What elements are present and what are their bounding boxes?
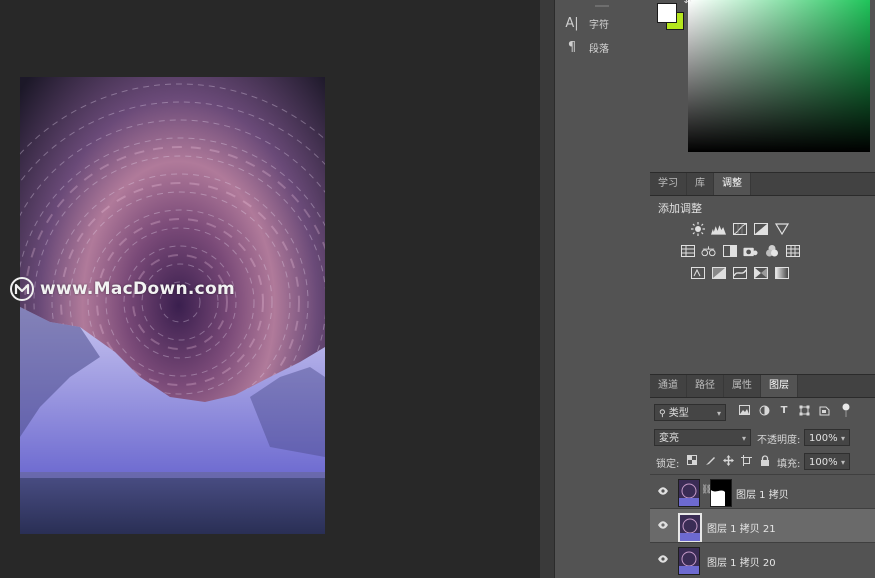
- lock-label: 锁定:: [656, 459, 680, 470]
- filter-shape-icon[interactable]: [798, 404, 810, 416]
- color-lookup-icon[interactable]: [785, 244, 800, 257]
- lock-transparency-icon[interactable]: [686, 454, 698, 466]
- brightness-contrast-icon[interactable]: [690, 221, 705, 236]
- hue-saturation-icon[interactable]: [680, 244, 695, 257]
- adjustment-row-1: [690, 221, 789, 236]
- threshold-icon[interactable]: [732, 266, 747, 279]
- lock-artboard-icon[interactable]: [740, 454, 752, 466]
- visibility-eye-icon[interactable]: [658, 555, 668, 563]
- layer-row[interactable]: 图层 1 拷贝 20: [650, 542, 875, 577]
- channel-mixer-icon[interactable]: [764, 244, 779, 257]
- levels-icon[interactable]: [711, 222, 726, 235]
- chevron-down-icon: ▾: [840, 434, 845, 443]
- visibility-eye-icon[interactable]: [658, 487, 668, 495]
- filter-smart-object-icon[interactable]: [818, 404, 830, 416]
- mini-panel-paragraph[interactable]: ¶ 段落: [565, 40, 609, 55]
- layer-row[interactable]: ⛓ 图层 1 拷贝: [650, 474, 875, 509]
- lock-position-icon[interactable]: [722, 454, 734, 466]
- visibility-eye-icon[interactable]: [658, 521, 668, 529]
- chevron-down-icon: ▾: [741, 434, 746, 443]
- black-white-icon[interactable]: [722, 244, 737, 257]
- layer-row-selected[interactable]: 图层 1 拷贝 21: [650, 508, 875, 543]
- layer-name: 图层 1 拷贝: [736, 490, 789, 501]
- tab-properties[interactable]: 属性: [724, 375, 761, 397]
- opacity-label: 不透明度:: [757, 435, 801, 446]
- vibrance-icon[interactable]: [774, 222, 789, 235]
- adjustment-row-3: [690, 266, 789, 279]
- opacity-input[interactable]: 100% ▾: [804, 429, 850, 446]
- layer-name: 图层 1 拷贝 20: [707, 558, 776, 569]
- color-picker-field[interactable]: [688, 0, 870, 152]
- selective-color-icon[interactable]: [753, 266, 768, 279]
- watermark: www.MacDown.com: [10, 277, 235, 301]
- panel-grip[interactable]: [595, 5, 609, 7]
- swap-colors-icon[interactable]: ↶: [684, 0, 692, 8]
- search-icon: ⚲: [659, 409, 666, 419]
- posterize-icon[interactable]: [711, 266, 726, 279]
- blend-mode-select[interactable]: 変亮 ▾: [654, 429, 751, 446]
- lock-pixels-icon[interactable]: [704, 454, 716, 466]
- layer-filter-kind: 类型: [668, 408, 689, 419]
- foreground-color-swatch[interactable]: [657, 3, 677, 23]
- chevron-down-icon: ▾: [716, 409, 721, 418]
- adjustments-tabbar: 学习 库 调整: [650, 172, 875, 196]
- tab-layers[interactable]: 图层: [761, 375, 798, 397]
- adjustment-row-2: [680, 244, 800, 257]
- character-icon: A|: [565, 16, 579, 31]
- tab-learn[interactable]: 学习: [650, 173, 687, 195]
- chevron-down-icon: ▾: [840, 458, 845, 467]
- tab-paths[interactable]: 路径: [687, 375, 724, 397]
- layer-thumbnail: [678, 547, 700, 575]
- lock-all-icon[interactable]: [759, 454, 771, 466]
- fill-label: 填充:: [777, 459, 801, 470]
- filter-pixel-icon[interactable]: [738, 404, 750, 416]
- tab-adjustments[interactable]: 调整: [714, 173, 751, 195]
- mini-panel-label: 段落: [589, 44, 609, 55]
- filter-type-icon[interactable]: T: [778, 404, 790, 416]
- watermark-text: www.MacDown.com: [40, 279, 235, 299]
- adjustments-title: 添加调整: [658, 202, 702, 215]
- exposure-icon[interactable]: [753, 222, 768, 235]
- fill-input[interactable]: 100% ▾: [804, 453, 850, 470]
- fill-value: 100%: [809, 457, 838, 468]
- opacity-value: 100%: [809, 433, 838, 444]
- layers-tabbar: 通道 路径 属性 图层: [650, 374, 875, 398]
- gradient-map-icon[interactable]: [774, 266, 789, 279]
- photo-filter-icon[interactable]: [743, 244, 758, 257]
- color-balance-icon[interactable]: [701, 244, 716, 257]
- invert-icon[interactable]: [690, 266, 705, 279]
- layer-name: 图层 1 拷贝 21: [707, 524, 776, 535]
- mini-panel-character[interactable]: A| 字符: [565, 16, 609, 31]
- curves-icon[interactable]: [732, 222, 747, 235]
- filter-adjustment-icon[interactable]: [758, 404, 770, 416]
- layers-list: ⛓ 图层 1 拷贝 图层 1 拷贝 21 图层 1 拷贝 20: [650, 474, 875, 578]
- blend-mode-value: 変亮: [659, 433, 679, 444]
- collapsed-panels: A| 字符 ¶ 段落: [554, 0, 650, 578]
- tab-libraries[interactable]: 库: [687, 173, 714, 195]
- paragraph-icon: ¶: [567, 40, 577, 55]
- filter-toggle-icon[interactable]: [840, 403, 852, 417]
- macdown-logo-icon: [10, 277, 34, 301]
- layer-thumbnail: [678, 513, 702, 543]
- document-image[interactable]: [20, 77, 325, 534]
- layer-mask-thumbnail[interactable]: [710, 479, 732, 507]
- tab-channels[interactable]: 通道: [650, 375, 687, 397]
- layer-filter-select[interactable]: ⚲ 类型 ▾: [654, 404, 726, 421]
- canvas-scroll-strip[interactable]: [540, 0, 554, 578]
- layer-thumbnail: [678, 479, 700, 507]
- mini-panel-label: 字符: [589, 20, 609, 31]
